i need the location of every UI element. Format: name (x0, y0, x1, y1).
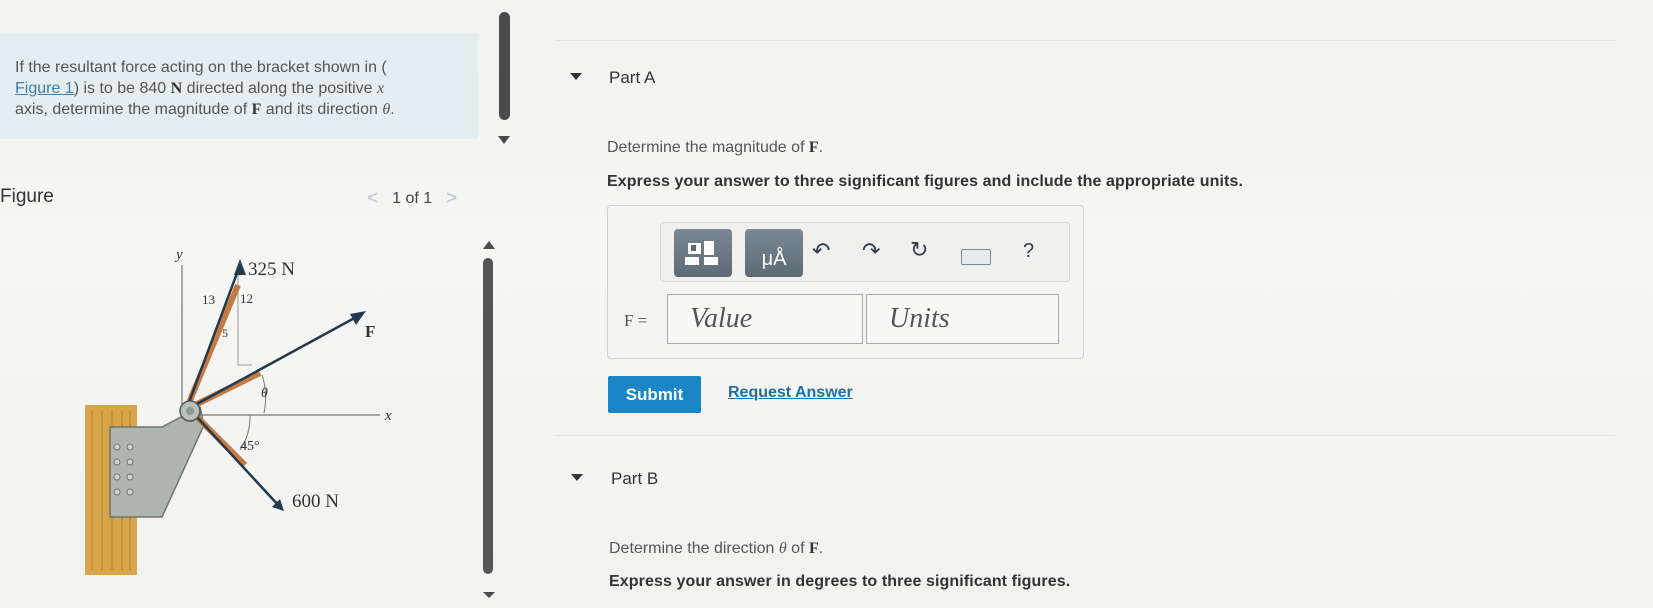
problem-text: and its direction (261, 101, 383, 118)
part-divider (555, 435, 1615, 436)
problem-text: ) is to be 840 (73, 80, 171, 97)
part-a-collapse-icon[interactable] (570, 73, 582, 80)
submit-button[interactable]: Submit (608, 376, 701, 413)
problem-text: If the resultant force acting on the bra… (15, 59, 387, 76)
part-b-collapse-icon[interactable] (571, 474, 583, 481)
undo-icon[interactable]: ↶ (812, 238, 830, 264)
force-variable: F (808, 540, 819, 557)
force-600-label: 600 N (292, 491, 339, 512)
reset-icon[interactable]: ↻ (910, 237, 928, 263)
question-text: . (818, 540, 824, 557)
part-b-question: Determine the direction θ of F. (609, 540, 823, 558)
prev-figure-button[interactable]: < (367, 188, 378, 210)
f-variable-label: F = (624, 311, 648, 330)
question-text: . (818, 139, 824, 156)
part-b-label[interactable]: Part B (611, 469, 658, 489)
part-a-question: Determine the magnitude of F. (607, 139, 823, 157)
problem-text: axis, determine the magnitude of (15, 101, 252, 118)
value-input[interactable]: Value (667, 294, 863, 344)
panel-divider-scrollbar[interactable] (499, 12, 510, 120)
unit-symbol: N (170, 80, 183, 97)
templates-icon (685, 241, 718, 265)
keyboard-icon[interactable] (961, 249, 991, 265)
figure-page-count: 1 of 1 (392, 190, 433, 207)
help-icon[interactable]: ? (1023, 240, 1034, 263)
x-axis-label: x (384, 408, 392, 424)
problem-text: directed along the positive (182, 80, 378, 97)
part-b-instruction: Express your answer in degrees to three … (609, 573, 1071, 590)
units-input[interactable]: Units (866, 294, 1059, 344)
figure-title: Figure (0, 186, 54, 207)
triangle-5-label: 5 (222, 326, 228, 340)
units-icon: μÅ (761, 247, 787, 270)
part-a-label[interactable]: Part A (609, 68, 655, 88)
y-axis-label: y (174, 247, 183, 263)
figure-pager: < 1 of 1 > (367, 188, 457, 210)
triangle-12-label: 12 (240, 291, 253, 306)
part-a-instruction: Express your answer to three significant… (607, 173, 1243, 190)
figure-scrollbar[interactable] (483, 258, 493, 574)
angle-variable: θ (778, 540, 787, 557)
figure-scroll-up-icon[interactable] (483, 241, 495, 249)
question-text: Determine the direction (609, 540, 779, 557)
force-variable: F (251, 101, 262, 118)
theta-label: θ (261, 386, 268, 401)
force-f-label: F (365, 322, 375, 341)
force-variable: F (808, 139, 819, 156)
templates-button[interactable] (674, 229, 732, 277)
units-button[interactable]: μÅ (745, 229, 803, 277)
triangle-13-label: 13 (202, 292, 215, 307)
panel-scroll-down-icon[interactable] (498, 136, 510, 144)
request-answer-link[interactable]: Request Answer (728, 384, 853, 402)
figure-scroll-down-icon[interactable] (483, 592, 495, 598)
axis-variable: x (377, 80, 385, 97)
force-325-label: 325 N (248, 259, 295, 280)
bracket-figure: y x F 325 N 600 N 13 12 5 θ 45° (85, 247, 392, 575)
arrow-600 (194, 414, 281, 508)
next-figure-button[interactable]: > (446, 188, 457, 210)
figure-link[interactable]: Figure 1 (15, 80, 74, 97)
question-text: of (786, 540, 809, 557)
problem-statement: If the resultant force acting on the bra… (0, 33, 478, 139)
question-text: Determine the magnitude of (607, 139, 809, 156)
angle-45-label: 45° (240, 439, 260, 454)
redo-icon[interactable]: ↷ (862, 238, 880, 264)
angle-variable: θ (382, 101, 391, 118)
problem-text: . (390, 101, 395, 118)
